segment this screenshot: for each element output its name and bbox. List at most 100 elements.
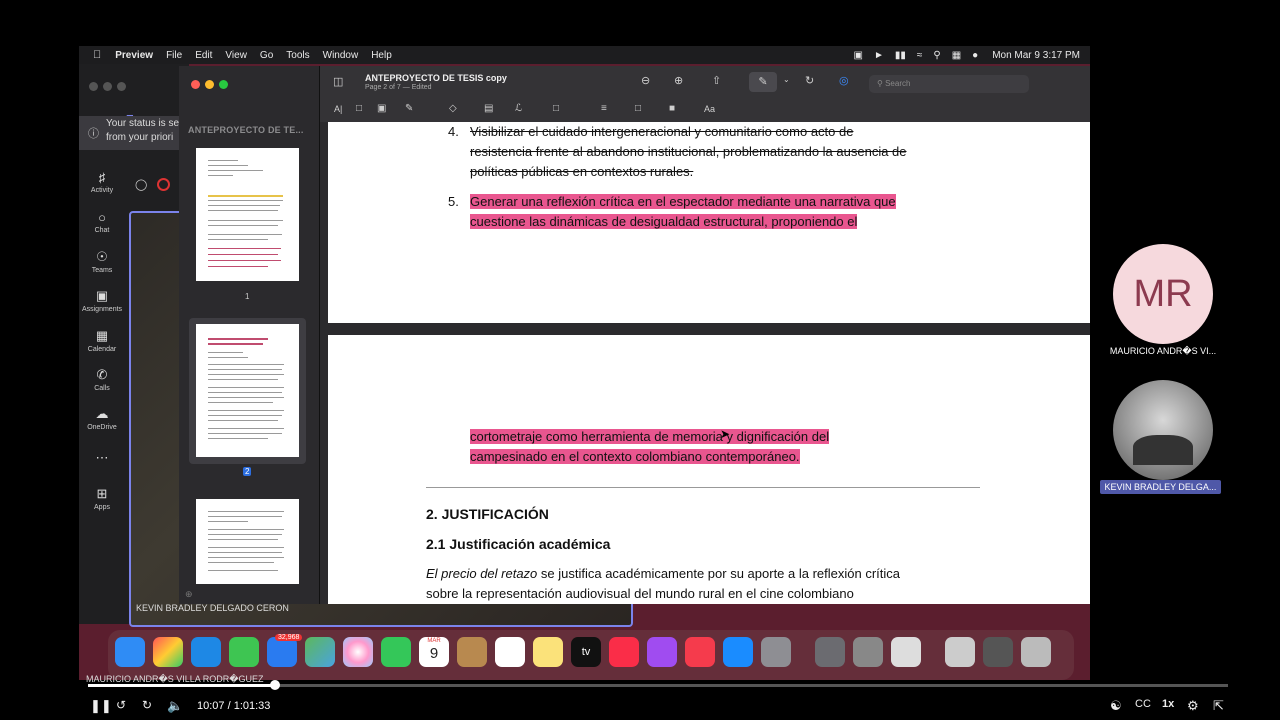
redact-icon[interactable]: ▣	[377, 103, 386, 114]
quicktime-icon[interactable]	[853, 637, 883, 667]
zoom-out-icon[interactable]: ⊖	[641, 74, 650, 87]
rail-apps[interactable]: ⊞ Apps	[79, 486, 125, 511]
chevron-down-icon[interactable]: ⌄	[783, 75, 790, 84]
launchpad-icon[interactable]	[153, 637, 183, 667]
list-item-4-line3: políticas públicas en contextos rurales.	[470, 164, 694, 179]
music-icon[interactable]	[609, 637, 639, 667]
settings-gear-icon[interactable]: ⚙	[1187, 698, 1199, 714]
share-icon[interactable]: ⇧	[712, 74, 721, 87]
annotate-icon[interactable]: ◎	[839, 74, 849, 87]
trash-icon[interactable]	[1021, 637, 1051, 667]
preview-app-icon[interactable]	[815, 637, 845, 667]
textedit-icon[interactable]	[891, 637, 921, 667]
app-store-icon[interactable]	[723, 637, 753, 667]
participants-icon[interactable]: ☯	[1110, 698, 1122, 714]
menu-go[interactable]: Go	[260, 50, 273, 61]
wifi-icon[interactable]: ≈	[917, 50, 923, 61]
reminders-icon[interactable]	[495, 637, 525, 667]
rail-activity[interactable]: ♯ Activity	[79, 170, 125, 194]
photos-icon[interactable]	[343, 637, 373, 667]
menu-tools[interactable]: Tools	[286, 50, 309, 61]
sketch-icon[interactable]: ✎	[405, 103, 413, 114]
list-number: 4.	[448, 124, 459, 139]
shield-icon[interactable]: ◯	[135, 178, 147, 191]
document-title: ANTEPROYECTO DE TESIS copy	[365, 73, 507, 83]
calendar-icon[interactable]: MAR 9	[419, 637, 449, 667]
mouse-cursor-icon: ➤	[720, 427, 731, 441]
shapes-icon[interactable]: ◇	[449, 103, 457, 114]
rail-onedrive[interactable]: ☁ OneDrive	[79, 406, 125, 431]
rail-teams[interactable]: ☉ Teams	[79, 249, 125, 274]
apple-tv-icon[interactable]: tv	[571, 637, 601, 667]
screen-mirror-icon[interactable]: ▣	[853, 50, 862, 61]
spotlight-icon[interactable]: ⚲	[933, 50, 940, 61]
note-icon[interactable]: □	[553, 103, 559, 114]
menu-edit[interactable]: Edit	[195, 50, 212, 61]
notes-icon[interactable]	[533, 637, 563, 667]
podcasts-icon[interactable]	[647, 637, 677, 667]
rail-calendar[interactable]: ▦ Calendar	[79, 328, 125, 353]
menu-view[interactable]: View	[225, 50, 247, 61]
forward-10-icon[interactable]: ↻	[142, 698, 152, 712]
document-icon[interactable]	[945, 637, 975, 667]
sign-icon[interactable]: ℒ	[515, 103, 522, 114]
playback-speed[interactable]: 1x	[1162, 698, 1174, 710]
menu-window[interactable]: Window	[323, 50, 359, 61]
progress-handle[interactable]	[269, 680, 280, 690]
rail-chat[interactable]: ○ Chat	[79, 210, 125, 234]
rewind-10-icon[interactable]: ↺	[116, 698, 126, 712]
folder-icon[interactable]	[983, 637, 1013, 667]
pause-icon[interactable]: ❚❚	[90, 698, 112, 714]
control-center-icon[interactable]: ▦	[952, 50, 961, 61]
line-style-icon[interactable]: ≡	[601, 103, 607, 114]
rotate-icon[interactable]: ↻	[805, 74, 814, 87]
record-icon[interactable]	[157, 178, 170, 191]
text-style-icon[interactable]: Aa	[704, 104, 715, 114]
volume-icon[interactable]: 🔈	[167, 698, 183, 714]
minimize-icon[interactable]	[205, 80, 214, 89]
page-thumb-2[interactable]	[196, 324, 299, 457]
window-controls-inactive	[89, 78, 131, 96]
menu-app-name[interactable]: Preview	[115, 50, 153, 61]
play-icon[interactable]: ►	[874, 50, 884, 61]
rail-label: Apps	[94, 504, 110, 511]
close-icon[interactable]	[191, 80, 200, 89]
safari-icon[interactable]	[191, 637, 221, 667]
apple-icon[interactable]: 	[93, 49, 101, 61]
fill-color-icon[interactable]: ■	[669, 103, 675, 114]
highlighted-text: cortometraje como herramienta de memoria…	[470, 429, 830, 444]
text-select-icon[interactable]: A|	[334, 104, 342, 114]
page-thumb-1[interactable]	[196, 148, 299, 281]
status-line-1: Your status is se	[106, 118, 180, 129]
mail-icon[interactable]	[267, 637, 297, 667]
sidebar-toggle-icon[interactable]: ◫	[333, 75, 343, 88]
add-page-icon[interactable]: ⊕	[185, 589, 193, 600]
battery-icon[interactable]: ▮▮	[895, 50, 906, 61]
captions-icon[interactable]: CC	[1135, 698, 1151, 710]
border-color-icon[interactable]: □	[635, 103, 641, 114]
menu-file[interactable]: File	[166, 50, 182, 61]
fullscreen-icon[interactable]: ⇱	[1213, 698, 1224, 714]
page-thumb-3[interactable]	[196, 499, 299, 584]
calls-icon: ✆	[96, 367, 108, 382]
zoom-icon[interactable]	[219, 80, 228, 89]
menu-help[interactable]: Help	[371, 50, 392, 61]
rail-calls[interactable]: ✆ Calls	[79, 367, 125, 392]
rail-assignments[interactable]: ▣ Assignments	[79, 288, 125, 313]
facetime-icon[interactable]	[381, 637, 411, 667]
news-icon[interactable]	[685, 637, 715, 667]
messages-icon[interactable]	[229, 637, 259, 667]
finder-icon[interactable]	[115, 637, 145, 667]
maps-icon[interactable]	[305, 637, 335, 667]
siri-icon[interactable]: ●	[972, 50, 978, 61]
markup-icon[interactable]: ✎	[749, 72, 777, 92]
textbox-icon[interactable]: ▤	[484, 103, 493, 114]
contacts-icon[interactable]	[457, 637, 487, 667]
system-settings-icon[interactable]	[761, 637, 791, 667]
menubar-clock[interactable]: Mon Mar 9 3:17 PM	[992, 50, 1080, 61]
search-input[interactable]: ⚲ Search	[869, 75, 1029, 93]
rail-more[interactable]: ⋯	[79, 450, 125, 468]
zoom-in-icon[interactable]: ⊕	[674, 74, 683, 87]
rect-select-icon[interactable]: □	[356, 103, 362, 114]
list-item-5-line2: cuestione las dinámicas de desigualdad e…	[470, 212, 858, 232]
